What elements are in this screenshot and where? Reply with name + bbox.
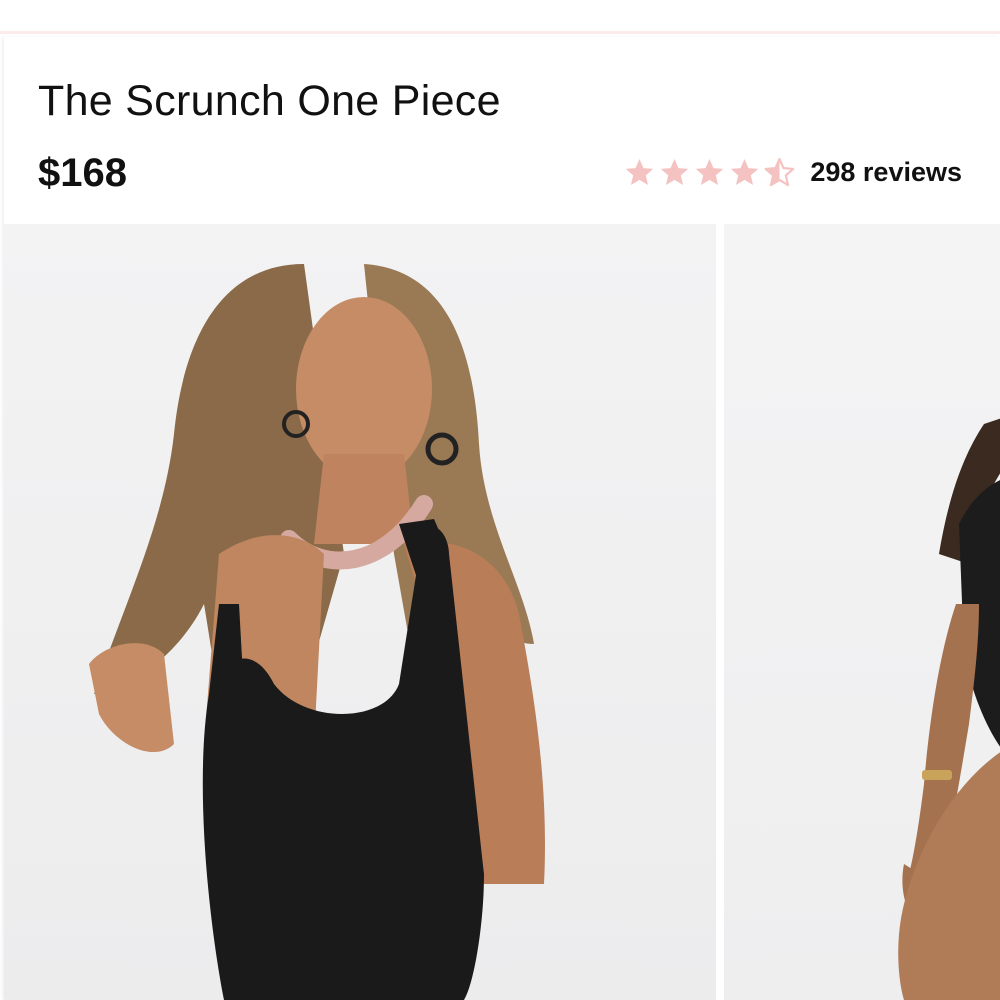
model-front-illustration xyxy=(89,264,545,1000)
model-side-illustration xyxy=(898,418,1000,1000)
product-rating[interactable]: 298 reviews xyxy=(623,156,962,189)
reviews-link[interactable]: 298 reviews xyxy=(810,157,962,188)
half-star-icon xyxy=(765,157,795,187)
product-image-2[interactable] xyxy=(724,224,1000,1000)
product-card: The Scrunch One Piece $168 298 reviews xyxy=(4,37,1000,1000)
product-image-1[interactable] xyxy=(4,224,716,1000)
star-rating xyxy=(623,156,796,189)
star-icon xyxy=(696,159,724,186)
star-icon xyxy=(731,159,759,186)
product-price: $168 xyxy=(38,151,127,195)
star-icon xyxy=(626,159,654,186)
product-gallery[interactable] xyxy=(4,224,1000,1000)
top-strip xyxy=(0,0,1000,34)
product-title: The Scrunch One Piece xyxy=(38,77,501,125)
star-icon xyxy=(661,159,689,186)
